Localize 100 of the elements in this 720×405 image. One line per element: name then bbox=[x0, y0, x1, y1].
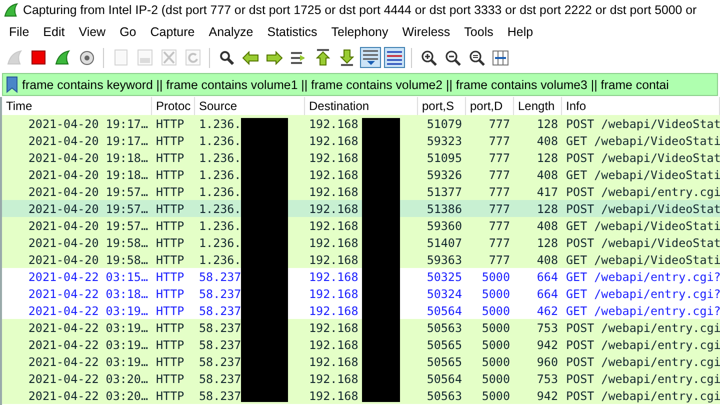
table-cell-text: POST /webapi/entry.cgi bbox=[565, 320, 720, 334]
table-cell-text: 58.237 bbox=[198, 270, 242, 284]
table-cell-text: GET /webapi/entry.cgi? bbox=[565, 286, 720, 300]
list-down-icon-button[interactable] bbox=[360, 47, 381, 68]
table-cell-text: 1.236. bbox=[198, 252, 242, 266]
table-cell-text: HTTP bbox=[155, 372, 186, 386]
table-cell-text: HTTP bbox=[155, 388, 186, 402]
table-cell-text: 2021-04-22 03:20… bbox=[27, 388, 149, 402]
bookmark-icon[interactable] bbox=[6, 76, 18, 93]
table-cell-text: 1.236. bbox=[198, 134, 242, 148]
table-cell-text: HTTP bbox=[155, 286, 186, 300]
table-cell-text: 58.237 bbox=[198, 372, 242, 386]
table-cell-text: 408 bbox=[536, 218, 559, 232]
table-cell-text: 5000 bbox=[480, 354, 511, 368]
table-cell-text: 50564 bbox=[426, 304, 463, 318]
table-cell-text: 192.168 bbox=[308, 354, 360, 368]
table-cell-text: HTTP bbox=[155, 168, 186, 182]
table-cell-text: 192.168 bbox=[308, 372, 360, 386]
table-cell-text: 59363 bbox=[426, 252, 463, 266]
table-cell-text: 51377 bbox=[426, 184, 463, 198]
menu-item[interactable]: Analyze bbox=[202, 24, 260, 38]
table-cell-text: HTTP bbox=[155, 116, 186, 130]
table-cell-text: 58.237 bbox=[198, 388, 242, 402]
menu-item[interactable]: Statistics bbox=[260, 24, 324, 38]
table-cell-text: 942 bbox=[536, 388, 559, 402]
menu-item[interactable]: Help bbox=[500, 24, 540, 38]
colored-lines-icon-button[interactable] bbox=[384, 47, 405, 68]
table-cell-text: 58.237 bbox=[198, 304, 242, 318]
table-cell-text: 777 bbox=[488, 218, 511, 232]
display-filter-field[interactable]: frame contains keyword || frame contains volume1 || frame contains volume2 || frame contains volume3 || frame contai bbox=[2, 73, 718, 96]
table-cell-text: 51386 bbox=[426, 202, 463, 216]
menu-item[interactable]: View bbox=[72, 24, 113, 38]
table-cell-text: HTTP bbox=[155, 320, 186, 334]
table-cell-text: HTTP bbox=[155, 252, 186, 266]
table-cell-text: 2021-04-22 03:19… bbox=[27, 304, 149, 318]
table-cell-text: POST /webapi/entry.cgi bbox=[565, 354, 720, 368]
table-cell-text: GET /webapi/VideoStati bbox=[565, 134, 720, 148]
table-cell-text: 462 bbox=[536, 304, 559, 318]
packet-row[interactable]: 2021-04-20 19:17… HTTP 1.236. 192.168 51079 777 128 POST /webapi/VideoStat bbox=[2, 115, 720, 132]
table-cell-text: 192.168 bbox=[308, 286, 360, 300]
table-cell-text: 2021-04-22 03:19… bbox=[27, 320, 149, 334]
packet-row[interactable]: 2021-04-22 03:20… HTTP 58.237 192.168 50563 5000 942 POST /webapi/entry.cgi bbox=[2, 387, 720, 404]
table-cell-text: 2021-04-20 19:57… bbox=[27, 184, 149, 198]
table-cell-text: 408 bbox=[536, 134, 559, 148]
table-cell-text: 777 bbox=[488, 116, 511, 130]
table-cell-text: 408 bbox=[536, 252, 559, 266]
table-cell-text: 50325 bbox=[426, 270, 463, 284]
table-cell-text: HTTP bbox=[155, 354, 186, 368]
table-cell-text: GET /webapi/VideoStati bbox=[565, 168, 720, 182]
menu-item[interactable]: Wireless bbox=[395, 24, 458, 38]
table-cell-text: 58.237 bbox=[198, 354, 242, 368]
menu-item[interactable]: Go bbox=[112, 24, 144, 38]
table-cell-text: 1.236. bbox=[198, 236, 242, 250]
table-cell-text: HTTP bbox=[155, 134, 186, 148]
table-cell-text: 192.168 bbox=[308, 304, 360, 318]
menu-item[interactable]: Edit bbox=[36, 24, 72, 38]
table-cell-text: 408 bbox=[536, 168, 559, 182]
table-cell-text: 5000 bbox=[480, 270, 511, 284]
table-cell-text: 777 bbox=[488, 236, 511, 250]
menu-item[interactable]: Capture bbox=[143, 24, 202, 38]
table-cell-text: 777 bbox=[488, 168, 511, 182]
table-cell-text: 777 bbox=[488, 202, 511, 216]
table-cell-text: 59360 bbox=[426, 218, 463, 232]
table-cell-text: POST /webapi/entry.cgi bbox=[565, 184, 720, 198]
table-cell-text: HTTP bbox=[155, 338, 186, 352]
menu-item[interactable]: Tools bbox=[457, 24, 500, 38]
table-cell-text: 192.168 bbox=[308, 252, 360, 266]
table-cell-text: 2021-04-20 19:57… bbox=[27, 218, 149, 232]
table-cell-text: 128 bbox=[536, 150, 559, 164]
filter-text: frame contains keyword || frame contains volume1 || frame contains volume2 || frame contains volume3 || frame contai bbox=[21, 78, 669, 92]
table-cell-text: 192.168 bbox=[308, 184, 360, 198]
table-cell-text: GET /webapi/VideoStati bbox=[565, 252, 720, 266]
table-cell-text: HTTP bbox=[155, 202, 186, 216]
table-cell-text: POST /webapi/VideoStat bbox=[565, 236, 720, 250]
table-cell-text: POST /webapi/entry.cgi bbox=[565, 388, 720, 402]
table-cell-text: 664 bbox=[536, 286, 559, 300]
table-cell-text: 777 bbox=[488, 252, 511, 266]
table-cell-text: 2021-04-22 03:20… bbox=[27, 372, 149, 386]
table-cell-text: 1.236. bbox=[198, 184, 242, 198]
table-cell-text: HTTP bbox=[155, 150, 186, 164]
table-cell-text: HTTP bbox=[155, 218, 186, 232]
table-cell-text: 1.236. bbox=[198, 116, 242, 130]
menu-item[interactable]: Telephony bbox=[324, 24, 396, 38]
table-cell-text: 664 bbox=[536, 270, 559, 284]
table-cell-text: 58.237 bbox=[198, 338, 242, 352]
table-cell-text: 2021-04-20 19:18… bbox=[27, 168, 149, 182]
table-cell-text: 50563 bbox=[426, 320, 463, 334]
table-cell-text: 128 bbox=[536, 236, 559, 250]
table-cell-text: 777 bbox=[488, 184, 511, 198]
table-cell-text: GET /webapi/VideoStati bbox=[565, 218, 720, 232]
table-cell-text: 5000 bbox=[480, 320, 511, 334]
table-cell-text: 753 bbox=[536, 320, 559, 334]
table-cell-text: 50564 bbox=[426, 372, 463, 386]
table-cell-text: 942 bbox=[536, 338, 559, 352]
table-cell-text: 51095 bbox=[426, 150, 463, 164]
table-cell-text: POST /webapi/entry.cgi bbox=[565, 338, 720, 352]
table-cell-text: 58.237 bbox=[198, 286, 242, 300]
table-cell-text: 5000 bbox=[480, 304, 511, 318]
menu-item[interactable]: File bbox=[2, 24, 36, 38]
table-cell-text: 5000 bbox=[480, 388, 511, 402]
